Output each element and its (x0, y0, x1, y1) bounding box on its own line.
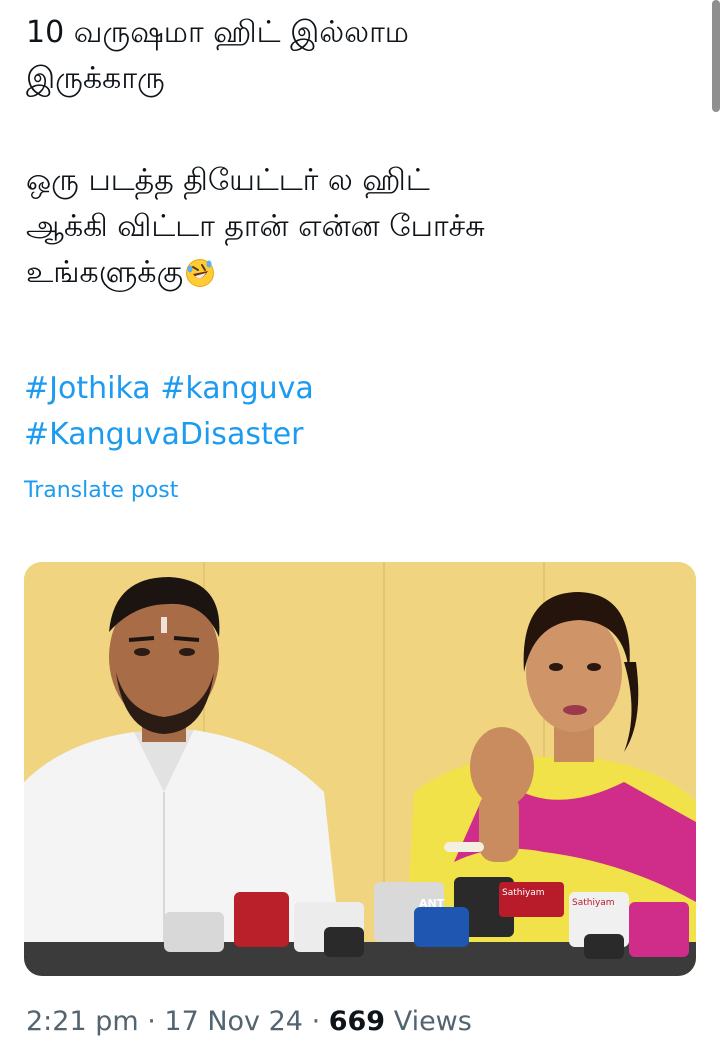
views-label: Views (385, 1006, 472, 1037)
separator: · (138, 1006, 165, 1037)
tweet-line: இருக்காரு (26, 61, 165, 96)
mic-label: Sathiyam (572, 898, 615, 908)
tweet-line: 10 வருஷமா ஹிட் இல்லாம (26, 15, 409, 50)
hashtag-jothika-link[interactable]: #Jothika (24, 371, 151, 406)
scrollbar[interactable] (712, 0, 720, 112)
separator: · (302, 1006, 329, 1037)
hashtag-kanguva-link[interactable]: #kanguva (160, 371, 314, 406)
tweet-time[interactable]: 2:21 pm (26, 1006, 139, 1037)
tweet-media-photo[interactable]: Sathiyam ANT Sathiyam (24, 562, 696, 976)
press-conference-photo-icon: Sathiyam ANT Sathiyam (24, 562, 696, 976)
hashtag-kanguvadisaster-link[interactable]: #KanguvaDisaster (24, 417, 304, 452)
tweet-line: ஒரு படத்த தியேட்டர் ல ஹிட் (26, 163, 430, 198)
views-count: 669 (328, 1006, 386, 1037)
tweet-date[interactable]: 17 Nov 24 (164, 1006, 303, 1037)
tweet-text: 10 வருஷமா ஹிட் இல்லாம இருக்காரு ஒரு படத்… (26, 10, 686, 296)
tweet-line: உங்களுக்கு (26, 255, 184, 290)
tweet-line-with-emoji: உங்களுக்கு (26, 250, 686, 296)
hashtag-line: #Jothika #kanguva (24, 366, 314, 412)
rolling-on-floor-laughing-emoji-icon (185, 256, 215, 287)
translate-post-link[interactable]: Translate post (24, 476, 178, 506)
hashtag-line: #KanguvaDisaster (24, 412, 314, 458)
mic-label: Sathiyam (502, 888, 545, 898)
hashtags: #Jothika #kanguva #KanguvaDisaster (24, 366, 314, 458)
tweet-line: ஆக்கி விட்டா தான் என்ன போச்சு (26, 209, 485, 244)
mic-label: ANT (419, 897, 445, 910)
tweet-metadata: 2:21 pm · 17 Nov 24 · 669 Views (26, 1002, 472, 1042)
